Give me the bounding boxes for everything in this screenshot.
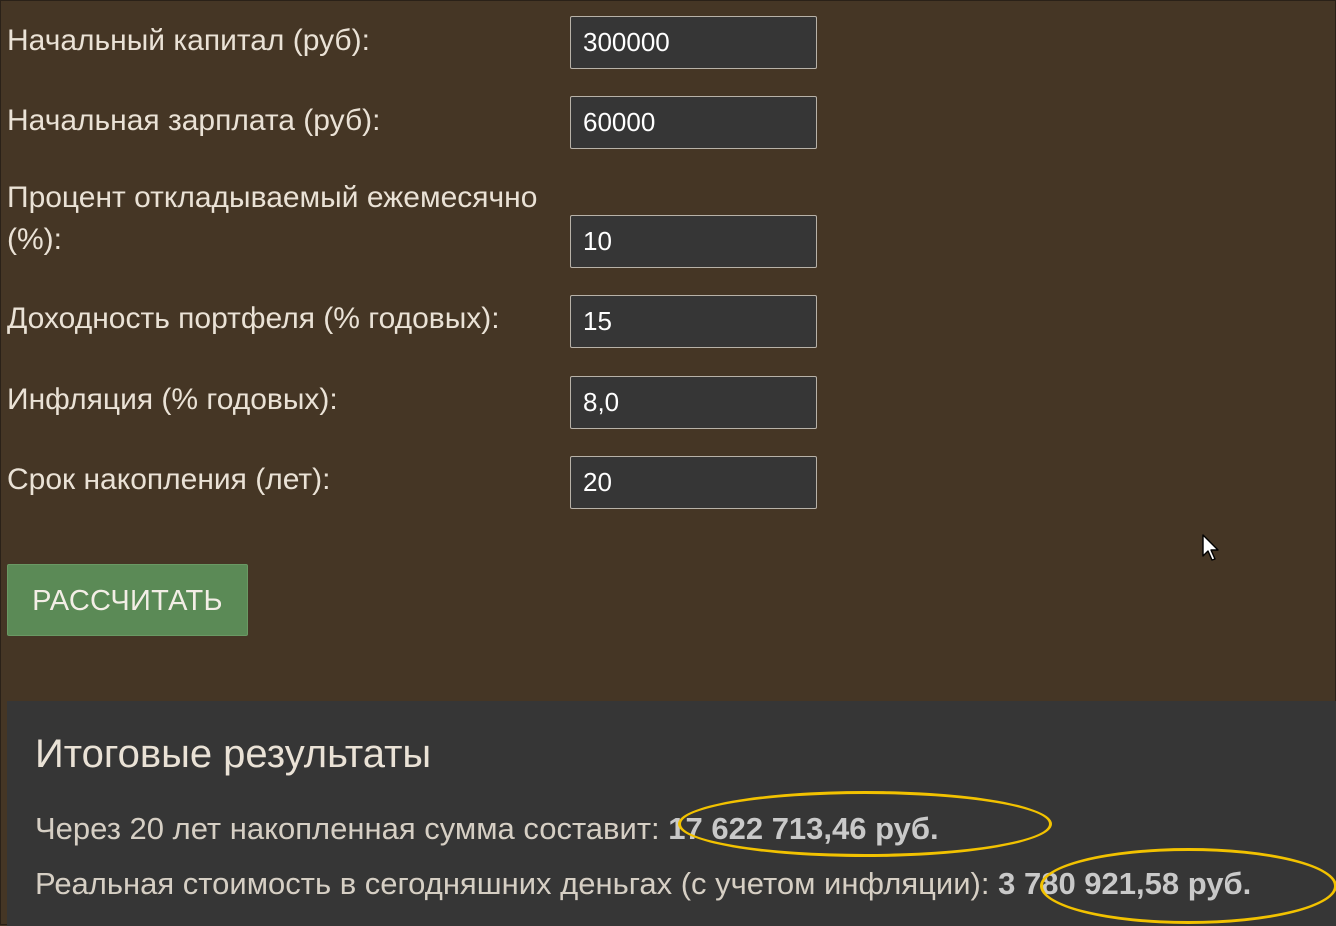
- total-amount-prefix: Через 20 лет накопленная сумма составит:: [35, 811, 669, 846]
- saving-term-label: Срок накопления (лет):: [7, 463, 331, 496]
- inflation-label: Инфляция (% годовых):: [7, 383, 338, 416]
- initial-capital-label: Начальный капитал (руб):: [7, 24, 370, 57]
- real-value-line: Реальная стоимость в сегодняшних деньгах…: [35, 864, 1251, 904]
- portfolio-yield-label: Доходность портфеля (% годовых):: [7, 302, 500, 335]
- results-title: Итоговые результаты: [35, 732, 432, 776]
- initial-salary-input[interactable]: [570, 96, 817, 149]
- initial-salary-label: Начальная зарплата (руб):: [7, 104, 381, 137]
- inflation-input[interactable]: [570, 376, 817, 429]
- monthly-saving-percent-input[interactable]: [570, 215, 817, 268]
- calculate-button[interactable]: РАССЧИТАТЬ: [7, 564, 248, 636]
- total-amount-value: 17 622 713,46 руб.: [668, 811, 939, 846]
- initial-capital-input[interactable]: [570, 16, 817, 69]
- real-value-prefix: Реальная стоимость в сегодняшних деньгах…: [35, 866, 999, 901]
- real-value-value: 3 780 921,58 руб.: [998, 866, 1252, 901]
- monthly-saving-percent-label: Процент откладываемый ежемесячно (%):: [7, 181, 538, 256]
- results-panel: Итоговые результаты Через 20 лет накопле…: [7, 701, 1336, 926]
- saving-term-input[interactable]: [570, 456, 817, 509]
- mouse-pointer-icon: [1202, 534, 1219, 561]
- total-amount-line: Через 20 лет накопленная сумма составит:…: [35, 809, 939, 849]
- portfolio-yield-input[interactable]: [570, 295, 817, 348]
